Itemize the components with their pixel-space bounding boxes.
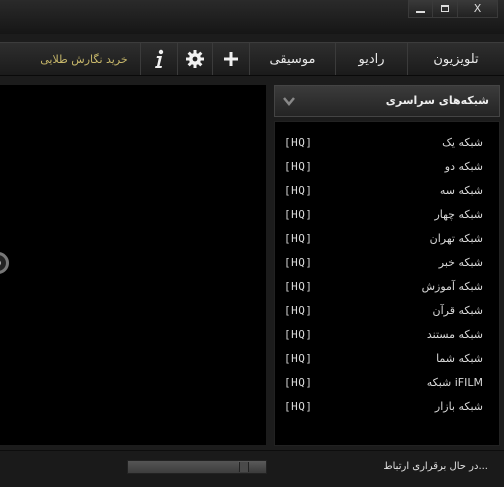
buy-gold-label: خرید نگارش طلایی bbox=[40, 52, 128, 66]
channel-quality: [HQ] bbox=[284, 256, 313, 269]
channel-name: شبکه مستند bbox=[426, 328, 483, 341]
channel-quality: [HQ] bbox=[284, 136, 313, 149]
plus-icon bbox=[224, 52, 238, 66]
channel-name: شبکه تهران bbox=[429, 232, 483, 245]
channel-name: شبکه iFILM bbox=[426, 376, 483, 389]
channel-row[interactable]: [HQ] شبکه شما bbox=[275, 346, 499, 370]
channel-group-title: شبکه‌های سراسری bbox=[385, 94, 489, 107]
channel-name: شبکه چهار bbox=[434, 208, 483, 221]
info-icon bbox=[155, 49, 164, 68]
channel-name: شبکه بازار bbox=[434, 400, 483, 413]
channel-quality: [HQ] bbox=[284, 160, 313, 173]
channel-row[interactable]: [HQ] شبکه بازار bbox=[275, 394, 499, 418]
channel-quality: [HQ] bbox=[284, 184, 313, 197]
channel-quality: [HQ] bbox=[284, 400, 313, 413]
channel-name: شبکه دو bbox=[444, 160, 483, 173]
channel-group-header[interactable]: شبکه‌های سراسری bbox=[274, 85, 500, 117]
minimize-button[interactable] bbox=[408, 0, 433, 18]
buy-gold-button[interactable]: خرید نگارش طلایی bbox=[28, 43, 140, 75]
chevron-down-icon bbox=[283, 97, 295, 106]
channel-name: شبکه قرآن bbox=[432, 304, 483, 317]
channel-list: [HQ] شبکه یک [HQ] شبکه دو [HQ] شبکه سه [… bbox=[274, 121, 500, 446]
channel-quality: [HQ] bbox=[284, 352, 313, 365]
toolbar: خرید نگارش طلایی موسیقی رادیو تلویزیون bbox=[0, 42, 504, 76]
channel-name: شبکه شما bbox=[436, 352, 483, 365]
settings-button[interactable] bbox=[177, 43, 212, 75]
close-button[interactable]: X bbox=[458, 0, 498, 18]
channel-row[interactable]: [HQ] شبکه آموزش bbox=[275, 274, 499, 298]
tab-radio[interactable]: رادیو bbox=[335, 43, 407, 75]
tab-tv[interactable]: تلویزیون bbox=[407, 43, 504, 75]
maximize-icon bbox=[441, 5, 449, 12]
channel-row[interactable]: [HQ] شبکه مستند bbox=[275, 322, 499, 346]
close-icon: X bbox=[473, 2, 482, 15]
loading-spinner-icon bbox=[0, 252, 9, 274]
channel-row[interactable]: [HQ] شبکه تهران bbox=[275, 226, 499, 250]
channel-name: شبکه خبر bbox=[438, 256, 483, 269]
gear-icon bbox=[186, 50, 204, 68]
progress-handle bbox=[239, 462, 249, 472]
tab-music-label: موسیقی bbox=[269, 51, 316, 67]
channel-row[interactable]: [HQ] شبکه چهار bbox=[275, 202, 499, 226]
window-controls: X bbox=[408, 0, 498, 18]
channel-name: شبکه آموزش bbox=[421, 280, 483, 293]
channel-row[interactable]: [HQ] شبکه سه bbox=[275, 178, 499, 202]
channel-quality: [HQ] bbox=[284, 232, 313, 245]
connection-progress-bar bbox=[127, 460, 267, 474]
video-player[interactable] bbox=[0, 85, 266, 445]
status-text: در حال برقراری ارتباط... bbox=[383, 461, 488, 472]
add-button[interactable] bbox=[212, 43, 249, 75]
channel-quality: [HQ] bbox=[284, 304, 313, 317]
channel-row[interactable]: [HQ] شبکه قرآن bbox=[275, 298, 499, 322]
minimize-icon bbox=[416, 10, 425, 13]
tab-music[interactable]: موسیقی bbox=[249, 43, 335, 75]
channel-quality: [HQ] bbox=[284, 376, 313, 389]
progress-fill bbox=[128, 461, 239, 473]
channel-row[interactable]: [HQ] شبکه دو bbox=[275, 154, 499, 178]
channel-row[interactable]: [HQ] شبکه iFILM bbox=[275, 370, 499, 394]
channel-row[interactable]: [HQ] شبکه خبر bbox=[275, 250, 499, 274]
channel-name: شبکه سه bbox=[439, 184, 483, 197]
title-bar: X bbox=[0, 0, 504, 34]
tab-tv-label: تلویزیون bbox=[433, 51, 479, 67]
status-bar: در حال برقراری ارتباط... bbox=[0, 450, 504, 487]
maximize-button[interactable] bbox=[433, 0, 458, 18]
channel-quality: [HQ] bbox=[284, 280, 313, 293]
channel-quality: [HQ] bbox=[284, 208, 313, 221]
channel-row[interactable]: [HQ] شبکه یک bbox=[275, 130, 499, 154]
tab-radio-label: رادیو bbox=[358, 51, 385, 67]
channel-quality: [HQ] bbox=[284, 328, 313, 341]
info-button[interactable] bbox=[140, 43, 177, 75]
channel-name: شبکه یک bbox=[442, 136, 483, 149]
